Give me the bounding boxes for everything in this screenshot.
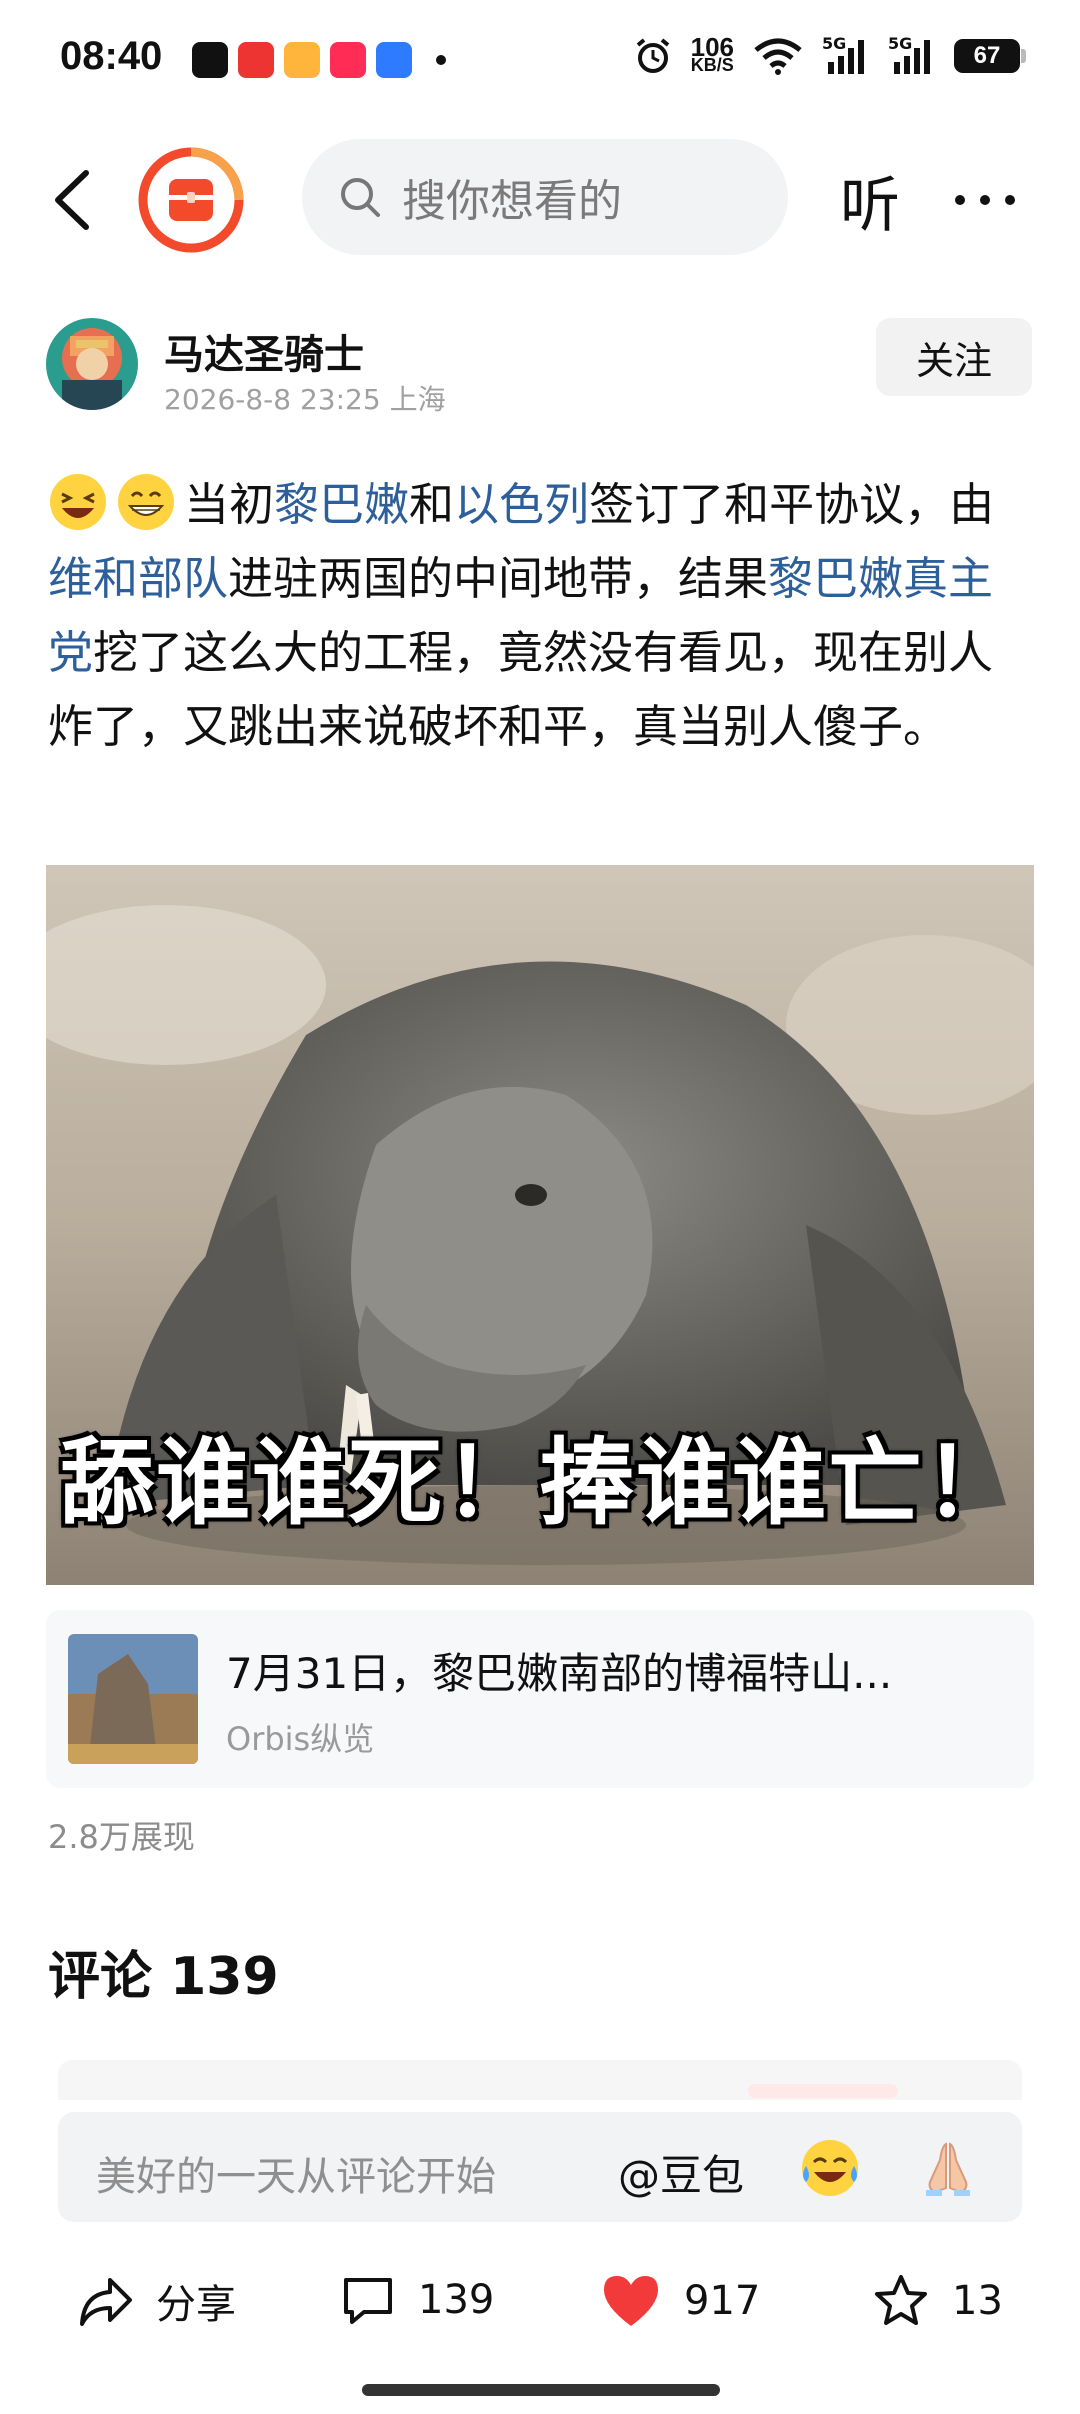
like-button[interactable]: 917 (600, 2272, 760, 2330)
net-speed-value: 106 (690, 32, 734, 62)
post-text-segment: 进驻两国的中间地带，结果 (228, 552, 769, 605)
net-speed-unit: KB/S (690, 55, 734, 75)
alarm-icon (636, 38, 669, 73)
comment-count: 139 (418, 2277, 495, 2323)
comment-input[interactable]: 美好的一天从评论开始 @豆包 (58, 2112, 1022, 2222)
comment-placeholder: 美好的一天从评论开始 (96, 2154, 496, 2200)
home-indicator[interactable] (362, 2384, 720, 2396)
image-caption: 舔谁谁死！捧谁谁亡！ (59, 1429, 1020, 1538)
top-navigation: 搜你想看的 听 (0, 135, 1080, 265)
search-icon (341, 178, 380, 217)
view-count: 2.8万展现 (48, 1818, 195, 1856)
share-icon (80, 2278, 132, 2326)
xiaohongshu-app-icon (330, 42, 366, 78)
post-text-segment: 签订了和平协议，由 (589, 478, 995, 531)
avatar[interactable] (46, 318, 138, 410)
grinning-emoji-icon (118, 474, 174, 530)
share-label: 分享 (156, 2282, 236, 2328)
net-speed: 106 KB/S (690, 32, 734, 75)
praying-hands-emoji-icon[interactable] (916, 2136, 980, 2200)
topic-link[interactable]: 维和部队 (48, 552, 228, 605)
article-source: Orbis纵览 (226, 1720, 375, 1758)
video-app-icon (284, 42, 320, 78)
post-text: 当初黎巴嫩和以色列签订了和平协议，由维和部队进驻两国的中间地带，结果黎巴嫩真主党… (48, 468, 1038, 764)
comment-preview-edge (58, 2060, 1022, 2100)
mention-doubao-button[interactable]: @豆包 (618, 2142, 744, 2203)
toutiao-app-icon (238, 42, 274, 78)
favorite-button[interactable]: 13 (872, 2272, 1003, 2330)
comments-heading: 评论 139 (48, 1947, 279, 2007)
topic-link[interactable]: 以色列 (454, 478, 589, 531)
follow-button[interactable]: 关注 (876, 318, 1032, 396)
battery-indicator: 67 (954, 39, 1026, 73)
article-title: 7月31日，黎巴嫩南部的博福特山... (226, 1649, 893, 1698)
wifi-icon (754, 38, 802, 75)
article-thumbnail (68, 1634, 198, 1764)
listen-button[interactable]: 听 (840, 157, 900, 244)
comment-icon (344, 2278, 392, 2324)
status-indicators: 106 KB/S 5G 5G 67 (633, 32, 1026, 76)
post-text-segment: 当初 (184, 478, 275, 531)
status-bar: 08:40 106 KB/S 5G 5G 67 (0, 0, 1080, 120)
post-meta: 2026-8-8 23:25 上海 (164, 383, 446, 416)
linked-article-card[interactable]: 7月31日，黎巴嫩南部的博福特山... Orbis纵览 (46, 1610, 1034, 1788)
author-row: 马达圣骑士 2026-8-8 23:25 上海 关注 (0, 310, 1080, 420)
laugh-cry-emoji-icon[interactable] (798, 2136, 862, 2200)
bottom-action-bar: 分享 139 917 13 (0, 2250, 1080, 2360)
files-app-icon (376, 42, 412, 78)
star-icon (875, 2275, 927, 2325)
heart-icon (604, 2276, 658, 2326)
favorite-count: 13 (952, 2278, 1003, 2324)
more-notifications-dot (436, 55, 446, 65)
post-text-segment: 和 (409, 478, 455, 531)
post-text-segment: 挖了这么大的工程，竟然没有看见，现在别人炸了，又跳出来说破坏和平，真当别人傻子。 (48, 626, 994, 753)
comment-button[interactable]: 139 (340, 2272, 494, 2328)
signal-2-icon: 5G (888, 34, 936, 76)
search-bar[interactable]: 搜你想看的 (302, 139, 788, 255)
share-button[interactable]: 分享 (76, 2272, 236, 2330)
author-name[interactable]: 马达圣骑士 (164, 322, 364, 380)
laughing-emoji-icon (50, 474, 106, 530)
more-options-icon[interactable] (950, 165, 1020, 235)
topic-link[interactable]: 黎巴嫩 (274, 478, 409, 531)
status-time: 08:40 (60, 34, 163, 78)
back-arrow-icon[interactable] (44, 165, 104, 235)
post-image[interactable]: 舔谁谁死！捧谁谁亡！ (46, 865, 1034, 1585)
like-count: 917 (684, 2278, 761, 2324)
search-placeholder: 搜你想看的 (402, 176, 622, 227)
app-logo-icon[interactable] (136, 145, 246, 255)
signal-1-icon: 5G (822, 34, 870, 76)
status-app-icons (192, 42, 446, 78)
tiktok-app-icon (192, 42, 228, 78)
